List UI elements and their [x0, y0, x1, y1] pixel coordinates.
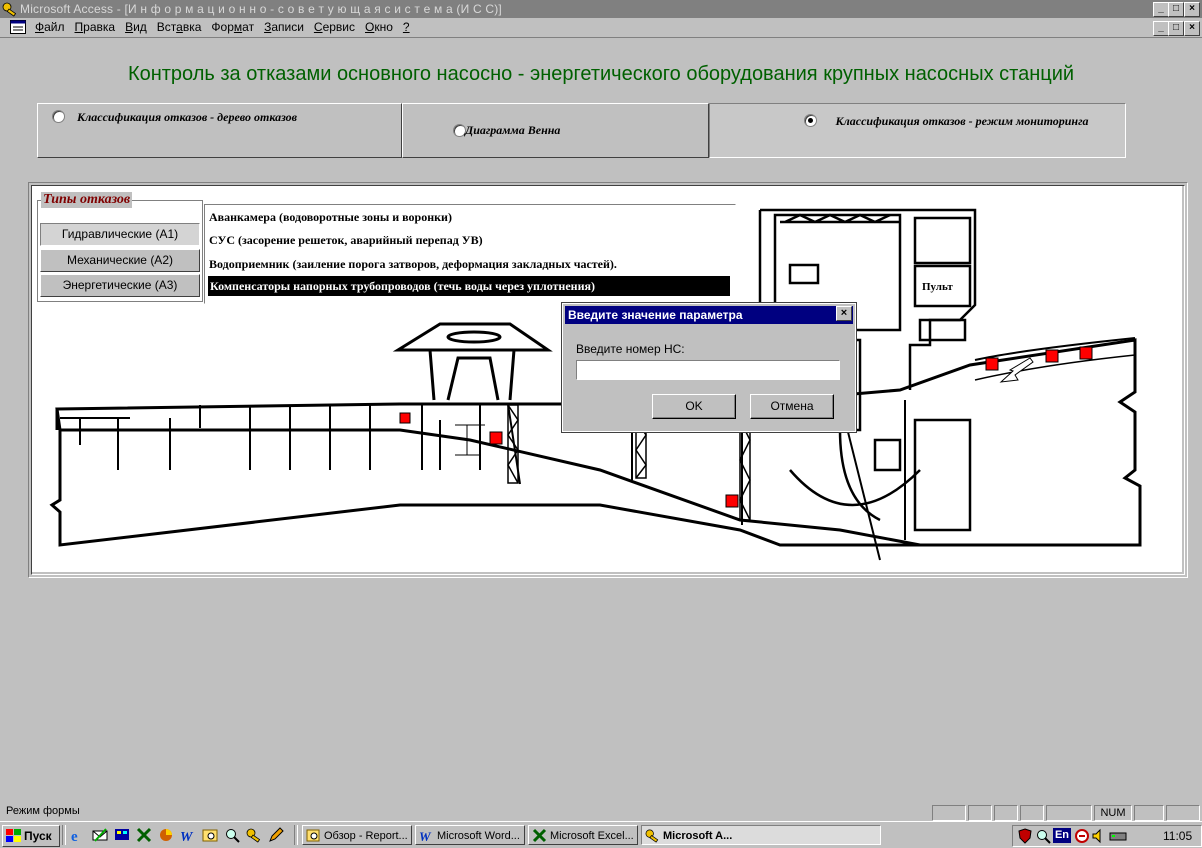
title-bar: Microsoft Access - [И н ф о р м а ц и о …: [0, 0, 1202, 18]
internet-explorer-icon[interactable]: e: [70, 827, 86, 843]
language-indicator[interactable]: En: [1053, 828, 1071, 843]
powerpoint-icon[interactable]: [158, 827, 174, 843]
minimize-button[interactable]: _: [1153, 2, 1169, 17]
desktop-icon[interactable]: [114, 827, 130, 843]
menu-item[interactable]: Вид: [120, 18, 152, 37]
failure-marker[interactable]: [1045, 349, 1059, 363]
status-text: Режим формы: [6, 805, 80, 817]
svg-text:W: W: [180, 830, 194, 843]
failure-marker[interactable]: [725, 494, 739, 508]
menu-item[interactable]: Сервис: [309, 18, 360, 37]
taskbar-access-label: Microsoft A...: [663, 830, 733, 842]
type-energy-button[interactable]: Энергетические (А3): [40, 274, 200, 297]
taskbar-excel-button[interactable]: Microsoft Excel...: [528, 825, 638, 845]
failure-item-selected[interactable]: Компенсаторы напорных трубопроводов (теч…: [208, 276, 730, 296]
volume-icon[interactable]: [1091, 828, 1107, 844]
dialog-close-button[interactable]: ×: [836, 306, 852, 321]
menu-item[interactable]: Вставка: [152, 18, 207, 37]
explorer-icon[interactable]: [202, 827, 218, 843]
svg-text:e: e: [71, 829, 78, 843]
parameter-dialog: Введите значение параметра × Введите ном…: [561, 302, 857, 433]
type-mechanical-button[interactable]: Механические (А2): [40, 249, 200, 272]
failure-marker[interactable]: [1079, 346, 1093, 360]
report-icon: [306, 829, 320, 842]
status-panel: [1134, 805, 1164, 821]
failure-types-legend: Типы отказов: [41, 192, 133, 208]
start-label: Пуск: [24, 829, 52, 843]
taskbar-report-button[interactable]: Обзор - Report...: [302, 825, 412, 845]
panel-label: Пульт: [922, 281, 953, 293]
status-panel: [932, 805, 966, 821]
word-icon[interactable]: W: [180, 827, 196, 843]
ok-button[interactable]: OK: [652, 394, 736, 419]
svg-text:W: W: [419, 829, 432, 843]
option-venn-label: Диаграмма Венна: [465, 123, 561, 137]
taskbar-report-label: Обзор - Report...: [324, 830, 408, 842]
taskbar-word-label: Microsoft Word...: [437, 830, 520, 842]
station-number-input[interactable]: [576, 360, 840, 380]
taskbar: Пуск e W Обзор - Report... W Microsoft W…: [0, 821, 1202, 848]
access-key-icon[interactable]: [246, 827, 262, 843]
doc-restore-button[interactable]: □: [1168, 21, 1184, 36]
doc-minimize-button[interactable]: _: [1153, 21, 1169, 36]
taskbar-excel-label: Microsoft Excel...: [550, 830, 634, 842]
failure-item[interactable]: СУС (засорение решеток, аварийный перепа…: [209, 230, 483, 250]
form-icon[interactable]: [10, 20, 26, 34]
access-key-icon: [645, 829, 659, 843]
doc-close-button[interactable]: ×: [1184, 21, 1200, 36]
menu-item[interactable]: Записи: [259, 18, 309, 37]
status-panel: [994, 805, 1018, 821]
option-venn[interactable]: Диаграмма Венна: [402, 103, 709, 158]
access-key-icon: [2, 2, 17, 17]
failure-item[interactable]: Водоприемник (заиление порога затворов, …: [209, 254, 617, 274]
network-icon[interactable]: [1074, 828, 1090, 844]
menu-bar: Файл Правка Вид Вставка Формат Записи Сервис Ок…: [0, 18, 1202, 38]
radio-monitoring[interactable]: [804, 114, 817, 127]
excel-icon[interactable]: [136, 827, 152, 843]
option-monitoring-label: Классификация отказов - режим мониторинг…: [835, 114, 1089, 128]
start-button[interactable]: Пуск: [2, 825, 60, 847]
status-panel: [1166, 805, 1200, 821]
type-hydraulic-button[interactable]: Гидравлические (А1): [40, 223, 200, 246]
cancel-button[interactable]: Отмена: [750, 394, 834, 419]
word-icon: W: [419, 829, 432, 843]
excel-icon: [532, 828, 547, 843]
menu-item[interactable]: ?: [398, 18, 415, 37]
failure-list[interactable]: Аванкамера (водоворотные зоны и воронки)…: [204, 204, 736, 304]
system-tray: En 11:05: [1012, 825, 1202, 847]
search-icon[interactable]: [1035, 828, 1051, 844]
status-panel: [1046, 805, 1092, 821]
antivirus-shield-icon[interactable]: [1017, 828, 1033, 844]
menu-item[interactable]: Файл: [30, 18, 70, 37]
option-fault-tree[interactable]: Классификация отказов - дерево отказов: [37, 103, 402, 158]
search-icon[interactable]: [224, 827, 240, 843]
menu-item[interactable]: Окно: [360, 18, 398, 37]
status-bar: Режим формы NUM: [0, 803, 1202, 821]
menu-item[interactable]: Формат: [206, 18, 259, 37]
failure-marker[interactable]: [399, 412, 411, 424]
clock: 11:05: [1163, 829, 1193, 843]
failure-item[interactable]: Аванкамера (водоворотные зоны и воронки): [209, 207, 452, 227]
close-button[interactable]: ×: [1184, 2, 1200, 17]
maximize-button[interactable]: □: [1168, 2, 1184, 17]
form-title: Контроль за отказами основного насосно -…: [127, 63, 1075, 85]
option-fault-tree-label: Классификация отказов - дерево отказов: [76, 110, 297, 124]
dialog-title: Введите значение параметра: [565, 306, 853, 324]
failure-marker[interactable]: [985, 357, 999, 371]
option-monitoring[interactable]: Классификация отказов - режим мониторинг…: [709, 103, 1126, 158]
pencil-icon[interactable]: [268, 827, 284, 843]
failure-marker[interactable]: [489, 431, 503, 445]
taskbar-word-button[interactable]: W Microsoft Word...: [415, 825, 525, 845]
modem-icon[interactable]: [1109, 829, 1127, 843]
status-panel: [968, 805, 992, 821]
num-lock-indicator: NUM: [1094, 805, 1132, 821]
taskbar-access-button[interactable]: Microsoft A...: [641, 825, 881, 845]
menu-item[interactable]: Правка: [70, 18, 121, 37]
windows-logo-icon: [6, 829, 21, 842]
status-panel: [1020, 805, 1044, 821]
window-title: Microsoft Access - [И н ф о р м а ц и о …: [20, 2, 502, 16]
dialog-prompt: Введите номер НС:: [576, 342, 685, 356]
outlook-express-icon[interactable]: [92, 827, 108, 843]
